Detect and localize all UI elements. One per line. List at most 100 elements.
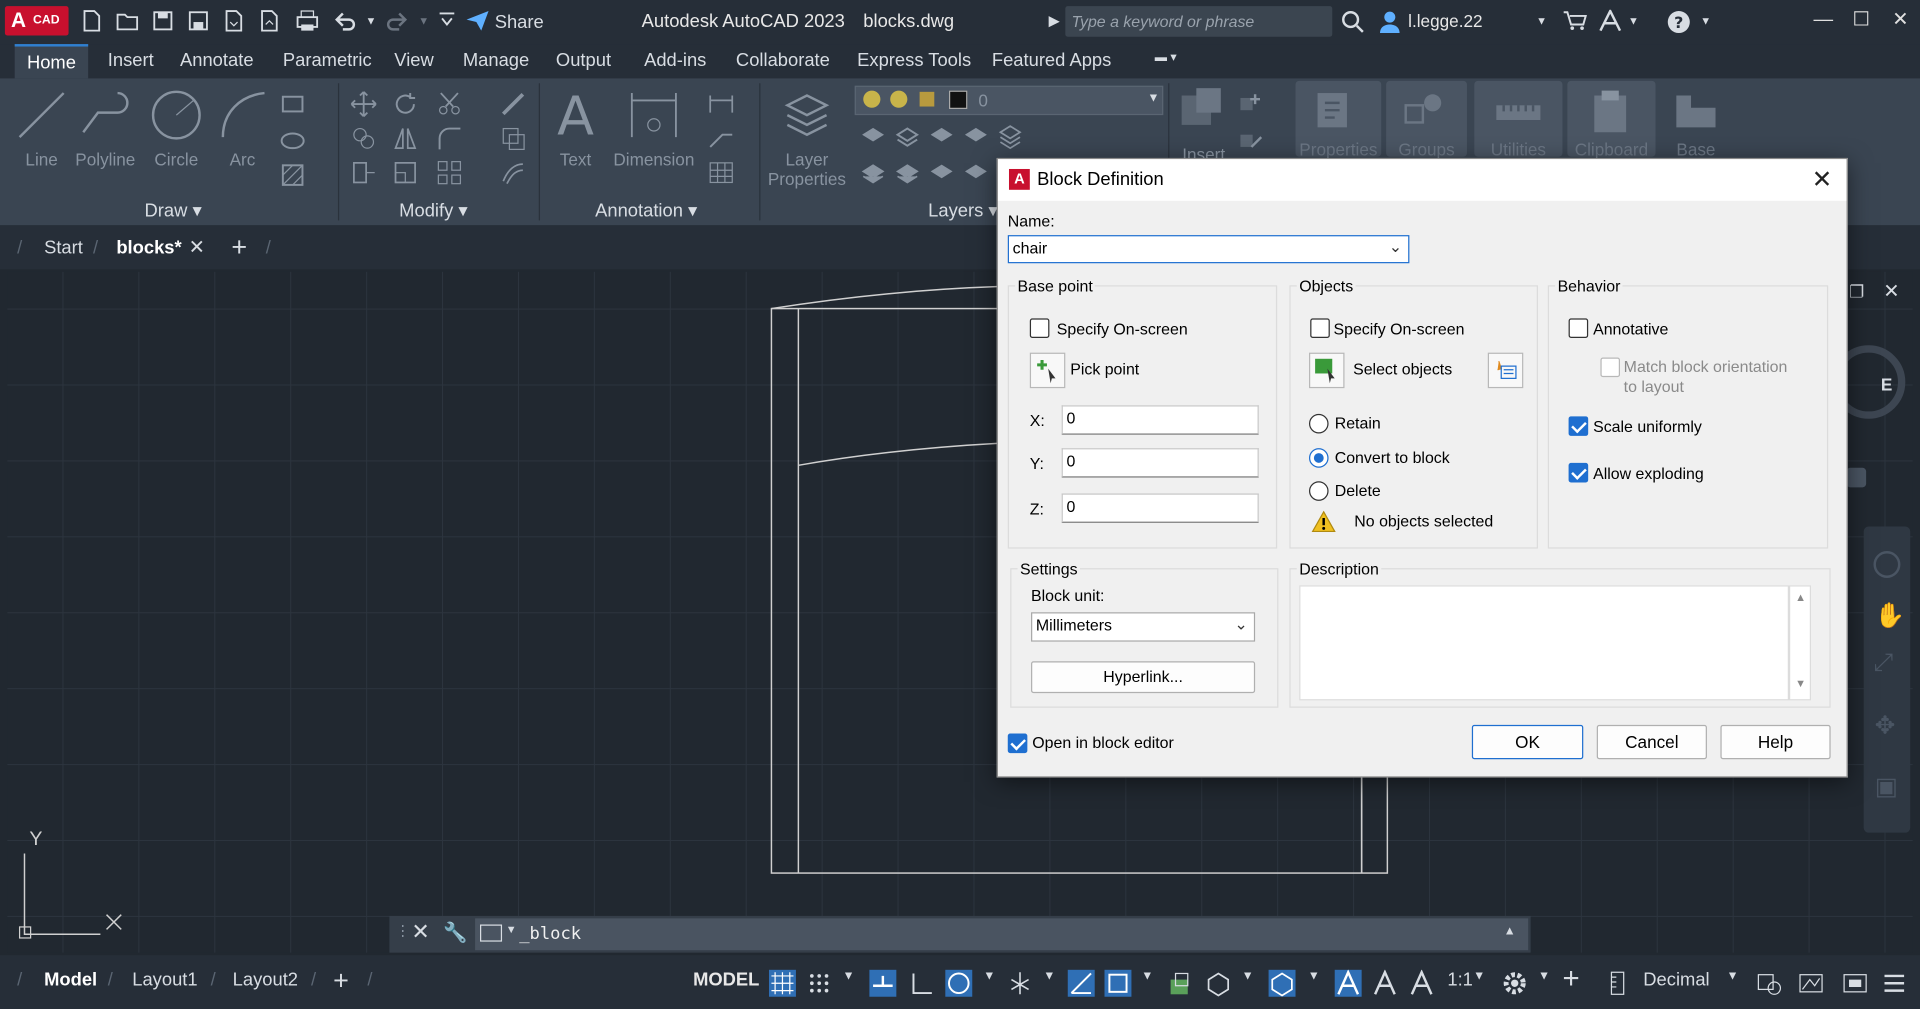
offset-icon[interactable] xyxy=(500,159,527,186)
cart-icon[interactable] xyxy=(1561,7,1588,34)
delete-radio[interactable] xyxy=(1308,481,1329,501)
groups-button[interactable]: Groups xyxy=(1386,80,1467,159)
3d-osnap-icon[interactable] xyxy=(1205,970,1232,997)
table-icon[interactable] xyxy=(708,159,735,186)
scale-icon[interactable] xyxy=(392,159,419,186)
user-icon[interactable] xyxy=(1376,7,1403,34)
erase-icon[interactable] xyxy=(500,91,527,118)
quick-select-button[interactable] xyxy=(1487,352,1524,389)
close-icon[interactable]: ✕ xyxy=(1882,5,1919,37)
panel-annotation-title[interactable]: Annotation ▾ xyxy=(595,200,697,222)
restore-viewport-icon[interactable]: ❐ xyxy=(1849,282,1864,303)
scale-dropdown-icon[interactable]: ▼ xyxy=(1473,970,1485,983)
layer-tool-icon[interactable] xyxy=(894,159,921,186)
scale-uniformly-checkbox[interactable] xyxy=(1568,416,1589,436)
dynamic-input-icon[interactable] xyxy=(869,969,897,997)
minimize-icon[interactable]: — xyxy=(1805,5,1842,37)
tab-add-ins[interactable]: Add-ins xyxy=(644,50,706,71)
retain-radio[interactable] xyxy=(1308,413,1329,434)
customize-wrench-icon[interactable]: 🔧 xyxy=(443,921,467,945)
dimension-button[interactable]: Dimension xyxy=(607,88,700,169)
save-to-web-icon[interactable] xyxy=(220,7,247,34)
app-menu-button[interactable]: A CAD xyxy=(4,6,69,36)
rectangle-icon[interactable] xyxy=(279,91,306,118)
isometric-dropdown-icon[interactable]: ▼ xyxy=(1043,970,1055,983)
allow-exploding-checkbox[interactable] xyxy=(1568,462,1589,483)
hatch-icon[interactable] xyxy=(279,162,306,189)
help-dropdown-icon[interactable]: ▼ xyxy=(1692,7,1719,34)
user-name[interactable]: l.legge.22 xyxy=(1408,11,1482,31)
search-icon[interactable] xyxy=(1340,7,1367,34)
tab-collaborate[interactable]: Collaborate xyxy=(736,50,830,71)
dialog-title-bar[interactable]: A Block Definition ✕ xyxy=(997,159,1847,201)
object-snap-icon[interactable] xyxy=(1104,969,1132,997)
grid-icon[interactable] xyxy=(768,969,796,997)
convert-to-block-radio[interactable] xyxy=(1308,448,1329,468)
cancel-button[interactable]: Cancel xyxy=(1596,724,1707,760)
select-objects-button[interactable] xyxy=(1308,352,1345,389)
trim-icon[interactable] xyxy=(436,91,463,118)
plot-icon[interactable] xyxy=(294,7,321,34)
workspace-dropdown-icon[interactable]: ▼ xyxy=(1308,970,1320,983)
description-textarea[interactable] xyxy=(1299,585,1789,701)
units-value[interactable]: Decimal xyxy=(1643,970,1709,991)
hyperlink-button[interactable]: Hyperlink... xyxy=(1031,661,1256,694)
arc-button[interactable]: Arc xyxy=(216,88,270,169)
layer-tool-icon[interactable] xyxy=(928,122,955,149)
object-snap-tracking-icon[interactable] xyxy=(1067,969,1095,997)
osnap-dropdown-icon[interactable]: ▼ xyxy=(1141,970,1153,983)
pick-point-button[interactable] xyxy=(1029,352,1066,389)
open-from-web-icon[interactable] xyxy=(256,7,283,34)
chevron-down-icon[interactable]: ⌄ xyxy=(1389,238,1402,258)
z-coordinate-input[interactable]: 0 xyxy=(1061,493,1259,523)
polyline-button[interactable]: Polyline xyxy=(71,88,140,169)
polar-dropdown-icon[interactable]: ▼ xyxy=(983,970,995,983)
layer-tool-icon[interactable] xyxy=(928,159,955,186)
base-view-button[interactable]: Base xyxy=(1665,83,1726,159)
new-file-icon[interactable] xyxy=(78,7,105,34)
3d-osnap-dropdown-icon[interactable]: ▼ xyxy=(1242,970,1254,983)
layer-tool-icon[interactable] xyxy=(997,122,1024,150)
explode-icon[interactable] xyxy=(500,125,527,152)
mirror-icon[interactable] xyxy=(392,125,419,152)
tab-featured-apps[interactable]: Featured Apps xyxy=(992,50,1111,71)
edit-block-icon[interactable] xyxy=(1237,127,1264,154)
objects-specify-onscreen-checkbox[interactable] xyxy=(1310,318,1330,338)
doc-tab-blocks[interactable]: blocks* xyxy=(116,238,181,259)
stretch-icon[interactable] xyxy=(350,159,377,186)
layer-tool-icon[interactable] xyxy=(962,122,989,149)
help-button[interactable]: Help xyxy=(1720,724,1831,760)
linear-dimension-icon[interactable] xyxy=(708,91,735,118)
customize-qat-icon[interactable] xyxy=(433,7,460,34)
maximize-icon[interactable]: ☐ xyxy=(1843,5,1880,37)
annotation-scale-icon[interactable] xyxy=(1408,969,1435,997)
ribbon-minimize-icon[interactable]: ▬ ▾ xyxy=(1155,51,1192,68)
steering-wheel-icon[interactable] xyxy=(1873,551,1901,578)
showmotion-icon[interactable]: ▣ xyxy=(1875,771,1898,802)
y-coordinate-input[interactable]: 0 xyxy=(1061,448,1259,478)
layout-tab-layout1[interactable]: Layout1 xyxy=(132,970,197,991)
chevron-right-icon[interactable]: ▶ xyxy=(1041,7,1068,34)
graphics-performance-icon[interactable] xyxy=(1798,970,1825,997)
dialog-close-icon[interactable]: ✕ xyxy=(1806,164,1838,196)
orbit-icon[interactable]: ✥ xyxy=(1875,710,1896,741)
annotation-scale-value[interactable]: 1:1 xyxy=(1447,970,1473,991)
tab-output[interactable]: Output xyxy=(556,50,611,71)
annotative-checkbox[interactable] xyxy=(1568,318,1589,338)
insert-block-button[interactable]: Insert xyxy=(1173,83,1234,164)
circle-button[interactable]: Circle xyxy=(147,88,206,169)
polar-tracking-icon[interactable] xyxy=(945,969,973,997)
layer-properties-button[interactable]: Layer Properties xyxy=(764,88,850,189)
redo-icon[interactable] xyxy=(383,7,410,34)
units-icon[interactable] xyxy=(1604,970,1631,997)
scroll-down-icon[interactable]: ▼ xyxy=(1795,677,1806,689)
save-as-icon[interactable] xyxy=(185,7,212,34)
search-input[interactable]: Type a keyword or phrase xyxy=(1065,6,1333,37)
open-in-block-editor-checkbox[interactable] xyxy=(1007,733,1028,754)
tab-express-tools[interactable]: Express Tools xyxy=(857,50,971,71)
ellipse-icon[interactable] xyxy=(279,127,306,154)
help-icon[interactable]: ? xyxy=(1665,7,1692,34)
layout-tab-layout2[interactable]: Layout2 xyxy=(233,970,298,991)
customization-menu-icon[interactable] xyxy=(1881,970,1908,997)
x-coordinate-input[interactable]: 0 xyxy=(1061,405,1259,435)
